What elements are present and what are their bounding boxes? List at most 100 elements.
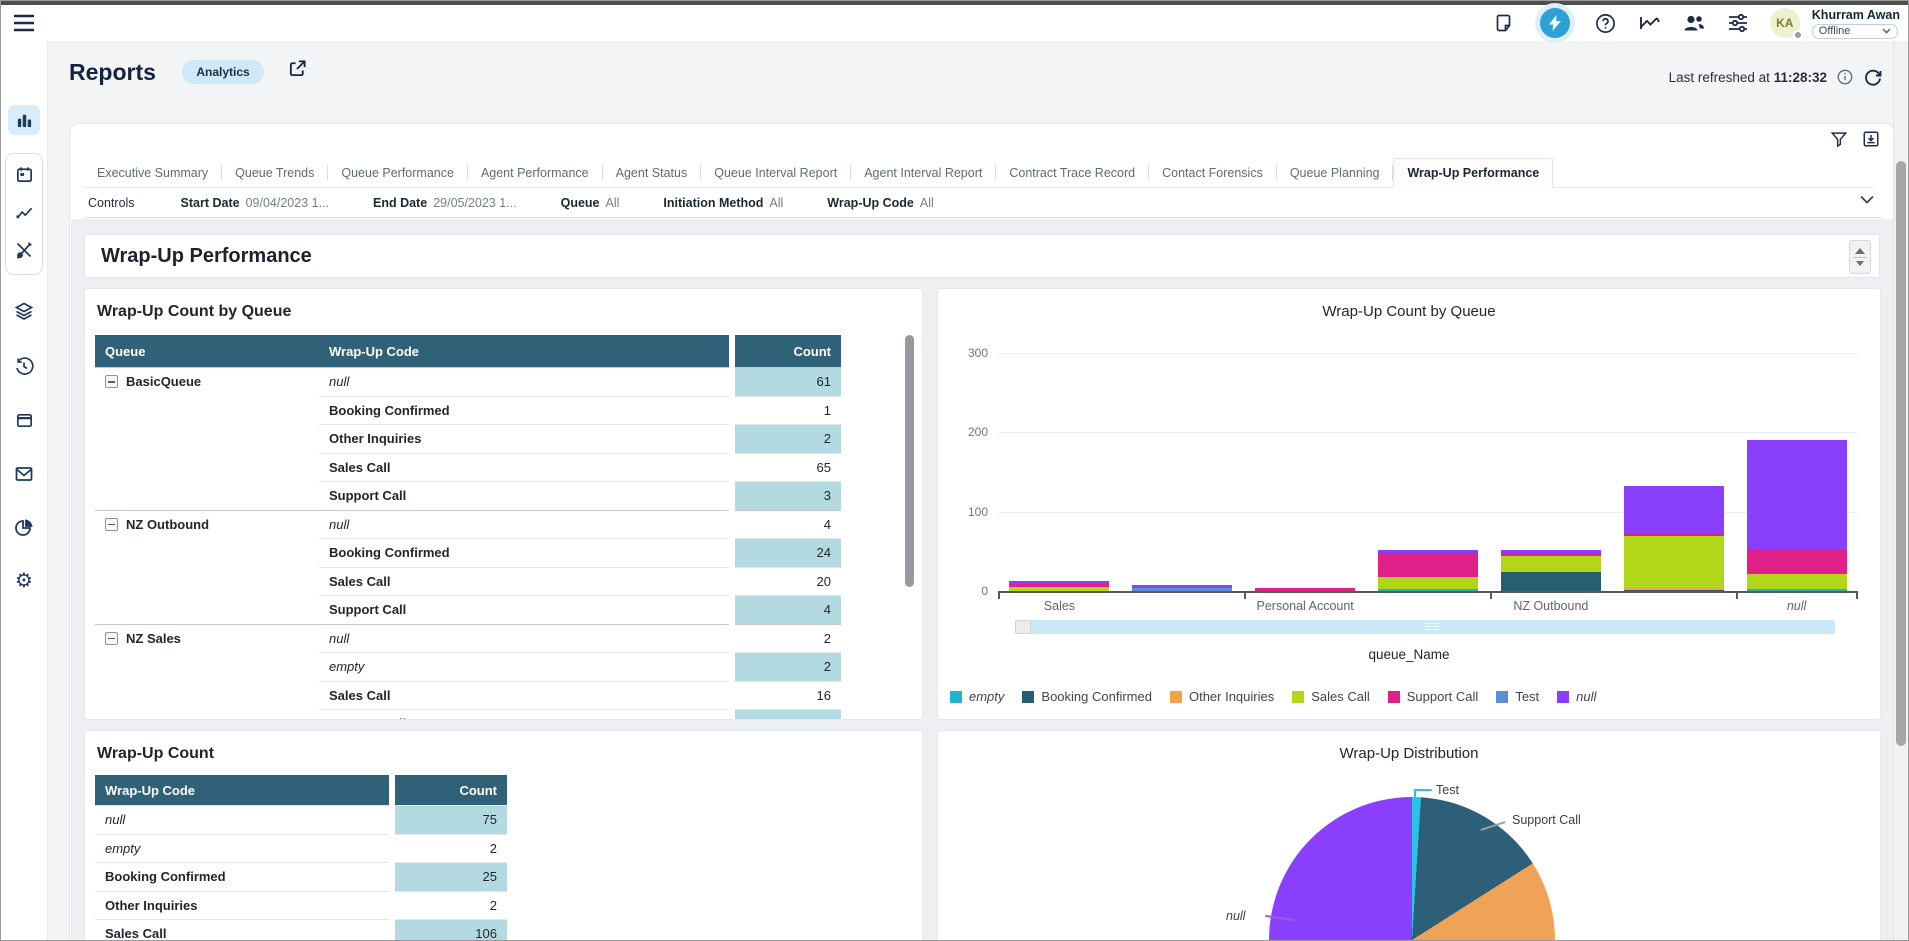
hamburger-menu-icon[interactable] [13,13,35,33]
chart-x-scrollbar[interactable] [1015,620,1835,634]
stacked-bar[interactable] [1624,486,1724,591]
filter-queue[interactable]: QueueAll [561,196,620,210]
filter-funnel-icon[interactable] [1830,130,1848,148]
bar-segment-booking-confirmed[interactable] [1501,572,1601,591]
tab-executive-summary[interactable]: Executive Summary [84,158,221,187]
bar-segment-support-call[interactable] [1747,550,1847,574]
chart-x-scrollbar-handle[interactable] [1015,620,1031,634]
tab-contract-trace-record[interactable]: Contract Trace Record [996,158,1148,187]
sheet-spinner-control[interactable] [1849,240,1871,274]
legend-item-null[interactable]: null [1557,689,1596,704]
bar-segment-sales-call[interactable] [1624,536,1724,588]
legend-item-other-inquiries[interactable]: Other Inquiries [1170,689,1274,704]
agent-status-select[interactable]: Offline [1812,24,1898,39]
bar-segment-test[interactable] [1132,588,1232,591]
bar-segment-null[interactable] [1747,440,1847,549]
table-row: QueueWrap-Up CodeCount [95,335,841,367]
table-row: NZ Salesnull2 [95,624,841,653]
pie-leader-line [1414,789,1416,805]
sidebar-item-history[interactable] [8,351,40,381]
refresh-area: Last refreshed at 11:28:32 [1669,67,1883,87]
collapse-group-icon[interactable] [105,518,118,531]
user-block: Khurram Awan Offline [1812,8,1900,39]
tab-queue-performance[interactable]: Queue Performance [328,158,467,187]
controls-collapse-chevron-icon[interactable] [1860,195,1874,204]
column-header[interactable]: Wrap-Up Code [95,775,389,805]
bar-segment-sales-call[interactable] [1009,587,1109,591]
sidebar-item-layers[interactable] [8,296,40,326]
realtime-metrics-icon[interactable] [1540,8,1570,38]
tab-queue-interval-report[interactable]: Queue Interval Report [701,158,850,187]
tab-agent-status[interactable]: Agent Status [603,158,701,187]
column-header[interactable]: Count [735,335,841,367]
download-icon[interactable] [1862,130,1880,148]
tab-queue-trends[interactable]: Queue Trends [222,158,327,187]
count-cell [735,709,841,720]
table-scrollbar[interactable] [905,335,914,635]
column-header[interactable]: Queue [95,335,319,367]
bar-segment-empty[interactable] [1378,589,1478,591]
bar-segment-sales-call[interactable] [1501,556,1601,572]
stacked-bar[interactable] [1255,588,1355,591]
tab-contact-forensics[interactable]: Contact Forensics [1149,158,1276,187]
stacked-bar[interactable] [1132,585,1232,591]
help-icon[interactable] [1594,11,1618,35]
bar-segment-booking-confirmed[interactable] [1624,590,1724,592]
filter-start-date[interactable]: Start Date09/04/2023 1... [181,196,329,210]
info-icon[interactable] [1837,69,1853,85]
sidebar-item-metrics[interactable] [8,197,40,227]
filter-end-date[interactable]: End Date29/05/2023 1... [373,196,517,210]
status-dot [1793,30,1803,40]
notes-icon[interactable] [1492,11,1516,35]
sidebar-item-designer[interactable] [8,235,40,265]
stacked-bar[interactable] [1009,581,1109,591]
legend-item-support-call[interactable]: Support Call [1388,689,1479,704]
column-header[interactable]: Count [395,775,507,805]
sidebar-item-pie-reports[interactable] [8,513,40,543]
sidebar-item-schedule[interactable] [8,159,40,189]
tab-wrap-up-performance[interactable]: Wrap-Up Performance [1393,158,1553,188]
sidebar-item-settings[interactable]: ⚙ [8,566,40,596]
bar-segment-empty[interactable] [1747,589,1847,591]
table-row: Wrap-Up CodeCount [95,775,511,805]
refresh-icon[interactable] [1863,67,1883,87]
tab-queue-planning[interactable]: Queue Planning [1277,158,1393,187]
bar-segment-null[interactable] [1624,486,1724,534]
collapse-group-icon[interactable] [105,632,118,645]
table-row: Sales Call20 [95,567,841,596]
bar-segment-sales-call[interactable] [1747,574,1847,590]
stacked-bar[interactable] [1747,440,1847,591]
sidebar-item-mail[interactable] [8,459,40,489]
filter-wrap-up-code[interactable]: Wrap-Up CodeAll [827,196,933,210]
table-row: Sales Call106 [95,919,511,941]
sidebar-item-window[interactable] [8,405,40,435]
avatar[interactable]: KA [1770,8,1800,38]
bar-segment-sales-call[interactable] [1378,577,1478,590]
card-wrapup-count-table: Wrap-Up Count Wrap-Up CodeCountnull75emp… [84,730,923,941]
column-header[interactable]: Wrap-Up Code [319,335,729,367]
settings-sliders-icon[interactable] [1726,11,1750,35]
bar-segment-support-call[interactable] [1255,588,1355,591]
sidebar-item-reports[interactable] [8,105,40,135]
filter-initiation-method[interactable]: Initiation MethodAll [663,196,783,210]
stacked-bar[interactable] [1378,550,1478,591]
tab-agent-interval-report[interactable]: Agent Interval Report [851,158,995,187]
legend-item-empty[interactable]: empty [950,689,1004,704]
users-icon[interactable] [1682,11,1706,35]
page-scrollbar-thumb[interactable] [1896,161,1906,746]
analytics-trend-icon[interactable] [1638,11,1662,35]
stacked-bar[interactable] [1501,550,1601,591]
legend-item-booking-confirmed[interactable]: Booking Confirmed [1022,689,1152,704]
bar-chart-plot[interactable]: 0100200300 [998,344,1858,592]
collapse-group-icon[interactable] [105,375,118,388]
legend-item-test[interactable]: Test [1496,689,1539,704]
table-row: empty2 [95,834,511,863]
bar-segment-support-call[interactable] [1378,553,1478,577]
open-external-icon[interactable] [288,59,307,78]
table-scrollbar-thumb[interactable] [905,335,914,587]
legend-item-sales-call[interactable]: Sales Call [1292,689,1370,704]
page-scrollbar[interactable] [1893,41,1907,941]
tab-agent-performance[interactable]: Agent Performance [468,158,602,187]
table-row: null75 [95,805,511,834]
table-row: empty2 [95,652,841,681]
